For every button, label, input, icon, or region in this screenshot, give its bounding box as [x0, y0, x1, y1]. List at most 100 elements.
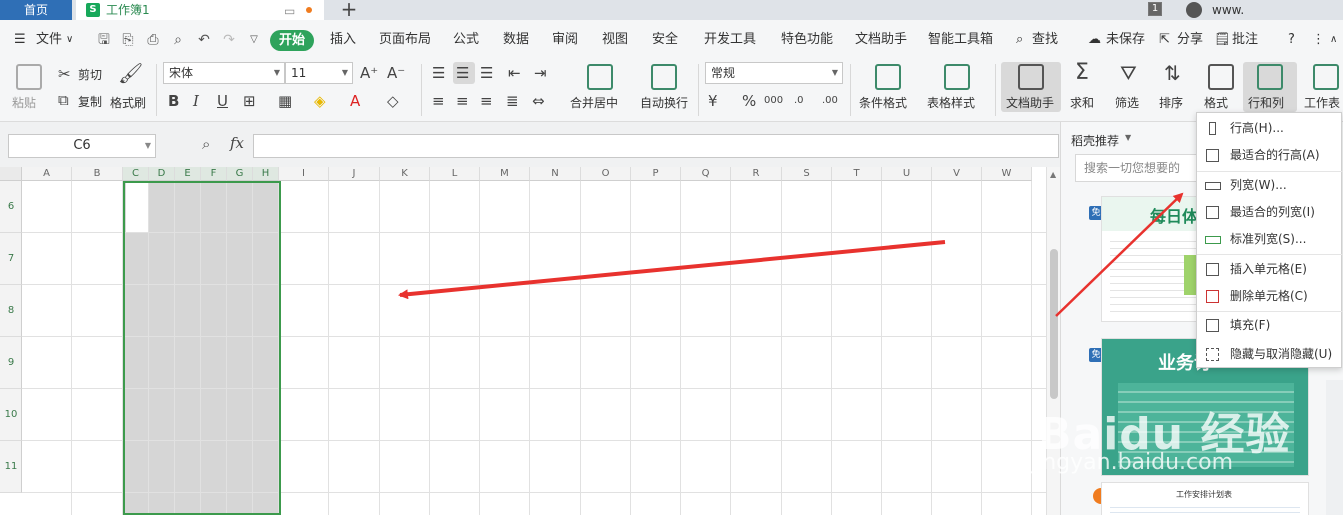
undo-icon[interactable]: ↶ [196, 32, 212, 48]
doc-assistant-icon[interactable] [1018, 64, 1044, 90]
redo-icon[interactable]: ↷ [221, 32, 237, 48]
cut-icon[interactable]: ✂ [58, 65, 71, 83]
tab-start[interactable]: 开始 [270, 30, 314, 51]
clear-format-icon[interactable]: ◇ [387, 92, 399, 110]
tab-view[interactable]: 视图 [602, 20, 628, 60]
tab-review[interactable]: 审阅 [552, 20, 578, 60]
doc-assistant-button[interactable]: 文档助手 [1006, 94, 1054, 111]
row-header[interactable]: 7 [0, 233, 22, 285]
menu-item-insert-cells[interactable]: 插入单元格(E) [1197, 256, 1343, 283]
conditional-format-icon[interactable] [875, 64, 901, 90]
worksheet-icon[interactable] [1313, 64, 1339, 90]
column-header[interactable]: Q [681, 167, 731, 181]
zoom-icon[interactable]: ⌕ [202, 135, 210, 153]
share-button[interactable]: 分享 [1177, 20, 1203, 60]
decrease-decimal-icon[interactable]: .00 [822, 92, 838, 110]
bold-icon[interactable]: B [168, 92, 179, 110]
column-header[interactable]: D [149, 167, 175, 181]
column-header[interactable]: E [175, 167, 201, 181]
tab-developer[interactable]: 开发工具 [704, 20, 756, 60]
fx-icon[interactable]: fx [230, 134, 244, 152]
thousands-icon[interactable]: 000 [764, 92, 783, 110]
paste-button[interactable]: 粘贴 [12, 94, 36, 111]
border-icon[interactable]: ⊞ [243, 92, 256, 110]
column-header[interactable]: S [782, 167, 832, 181]
new-tab-button[interactable]: + [338, 0, 360, 21]
menu-item-delete-cells[interactable]: 删除单元格(C) [1197, 283, 1343, 310]
fill-color-icon[interactable]: ◈ [314, 92, 326, 110]
wrap-text-icon[interactable] [651, 64, 677, 90]
decrease-font-icon[interactable]: A⁻ [387, 64, 405, 82]
column-header[interactable]: B [72, 167, 123, 181]
column-header[interactable]: U [882, 167, 932, 181]
menu-item-best-row-height[interactable]: 最适合的行高(A) [1197, 142, 1343, 169]
help-icon[interactable]: ? [1288, 20, 1295, 60]
worksheet-button[interactable]: 工作表 [1304, 94, 1340, 111]
comment-button[interactable]: 批注 [1232, 20, 1258, 60]
spreadsheet-grid[interactable]: ABCDEFGHIJKLMNOPQRSTUVW 6 7 8 9 10 11 [0, 167, 1046, 515]
scroll-up-icon[interactable]: ▲ [1050, 170, 1056, 179]
column-header[interactable]: K [380, 167, 430, 181]
monitor-icon[interactable]: ▭ [284, 1, 295, 21]
paste-icon[interactable] [16, 64, 42, 90]
comment-icon[interactable]: 🗒 [1214, 20, 1231, 60]
print-preview-icon[interactable]: ⌕ [170, 32, 186, 48]
currency-icon[interactable]: ¥ [708, 92, 718, 110]
template-card[interactable]: 工作安排计划表 [1101, 482, 1309, 515]
row-header[interactable]: 6 [0, 181, 22, 233]
increase-decimal-icon[interactable]: .0 [794, 92, 804, 110]
menu-item-best-column-width[interactable]: 最适合的列宽(I) [1197, 199, 1343, 226]
fill-style-icon[interactable]: ▦ [278, 92, 292, 110]
font-color-icon[interactable]: A [350, 92, 360, 110]
user-name[interactable]: www. [1212, 0, 1244, 20]
column-header[interactable]: T [832, 167, 882, 181]
row-header[interactable]: 10 [0, 389, 22, 441]
decrease-indent-icon[interactable]: ⇤ [508, 64, 521, 82]
italic-icon[interactable]: I [193, 92, 199, 110]
filter-button[interactable]: 筛选 [1115, 94, 1139, 111]
format-painter-icon[interactable]: 🖌 [118, 63, 143, 83]
name-box[interactable]: C6 ▼ [8, 134, 156, 158]
column-header[interactable]: O [581, 167, 631, 181]
cloud-icon[interactable]: ☁ [1088, 20, 1101, 60]
column-header[interactable]: M [480, 167, 530, 181]
sort-icon[interactable]: ⇅ [1164, 63, 1181, 83]
column-header[interactable]: H [253, 167, 279, 181]
file-menu[interactable]: 文件 [36, 20, 62, 60]
format-button[interactable]: 格式 [1204, 94, 1228, 111]
column-header[interactable]: P [631, 167, 681, 181]
column-header[interactable]: J [329, 167, 380, 181]
sum-button[interactable]: 求和 [1070, 94, 1094, 111]
notification-count-badge[interactable]: 1 [1148, 2, 1162, 16]
row-col-icon[interactable] [1257, 64, 1283, 90]
row-header[interactable]: 9 [0, 337, 22, 389]
menu-item-row-height[interactable]: 行高(H)... [1197, 115, 1343, 142]
formula-input[interactable] [253, 134, 1059, 158]
table-style-icon[interactable] [944, 64, 970, 90]
column-header[interactable]: A [22, 167, 72, 181]
print-icon[interactable]: ⎙ [145, 32, 161, 48]
merge-center-button[interactable]: 合并居中 [570, 94, 618, 111]
tab-doc-assistant[interactable]: 文档助手 [855, 20, 907, 60]
home-tab[interactable]: 首页 [0, 0, 72, 20]
collapse-ribbon-icon[interactable]: ∧ [1330, 20, 1337, 60]
format-icon[interactable] [1208, 64, 1234, 90]
format-painter-button[interactable]: 格式刷 [110, 94, 146, 111]
underline-icon[interactable]: U [217, 92, 228, 110]
pane-title[interactable]: 稻壳推荐 [1071, 132, 1119, 149]
table-style-button[interactable]: 表格样式 [927, 94, 975, 111]
tab-smart-toolbox[interactable]: 智能工具箱 [928, 20, 993, 60]
chevron-down-icon[interactable]: ▼ [1125, 133, 1131, 142]
tab-insert[interactable]: 插入 [330, 20, 356, 60]
align-top-icon[interactable]: ☰ [432, 64, 445, 82]
wrap-text-button[interactable]: 自动换行 [640, 94, 688, 111]
align-middle-icon[interactable]: ☰ [456, 64, 469, 82]
column-header[interactable]: G [227, 167, 253, 181]
unsaved-status[interactable]: 未保存 [1106, 20, 1145, 60]
select-all-corner[interactable] [0, 167, 22, 181]
number-format-select[interactable]: 常规 ▼ [705, 62, 843, 84]
conditional-format-button[interactable]: 条件格式 [859, 94, 907, 111]
distributed-icon[interactable]: ⇔ [532, 92, 545, 110]
align-bottom-icon[interactable]: ☰ [480, 64, 493, 82]
tab-security[interactable]: 安全 [652, 20, 678, 60]
